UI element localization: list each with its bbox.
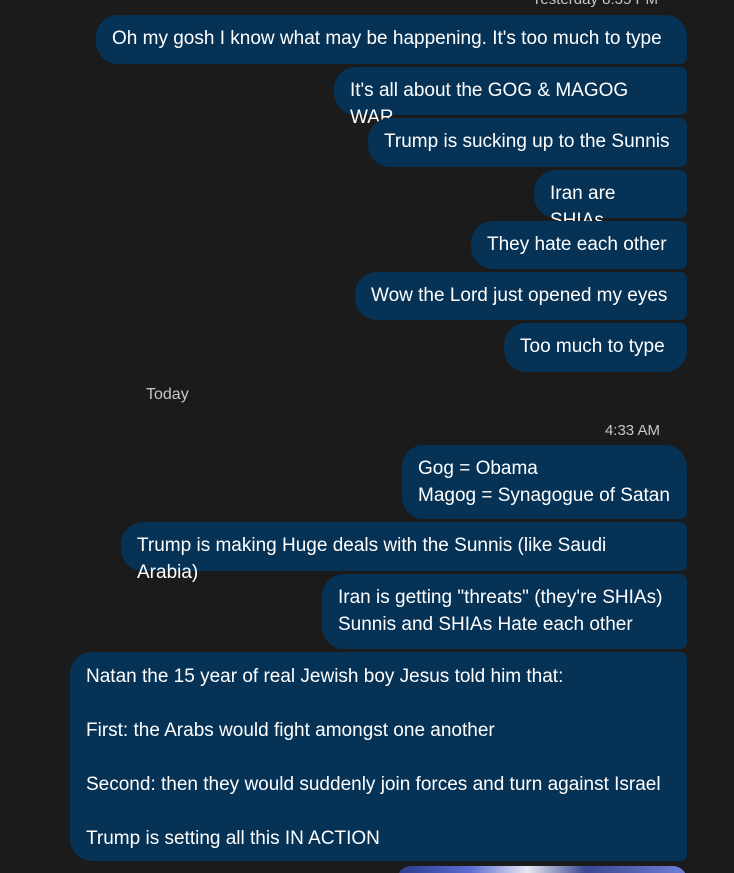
conversation-screen: Yesterday 8:35 PM Oh my gosh I know what… bbox=[0, 0, 734, 873]
message-bubble[interactable]: Iran is getting "threats" (they're SHIAs… bbox=[322, 574, 687, 649]
message-bubble[interactable]: Gog = Obama Magog = Synagogue of Satan bbox=[402, 445, 687, 519]
message-timestamp: Yesterday 8:35 PM bbox=[532, 0, 658, 8]
message-bubble[interactable]: Natan the 15 year of real Jewish boy Jes… bbox=[70, 652, 687, 861]
message-bubble[interactable]: Iran are SHIAs bbox=[534, 170, 687, 231]
image-attachment-preview[interactable] bbox=[397, 866, 687, 873]
message-bubble[interactable]: It's all about the GOG & MAGOG WAR bbox=[334, 67, 687, 128]
message-bubble[interactable]: Too much to type bbox=[504, 323, 687, 372]
message-bubble[interactable]: They hate each other bbox=[471, 221, 687, 269]
message-timestamp: 4:33 AM bbox=[604, 422, 660, 439]
message-bubble[interactable]: Trump is making Huge deals with the Sunn… bbox=[121, 522, 687, 583]
message-bubble[interactable]: Oh my gosh I know what may be happening.… bbox=[96, 15, 687, 64]
day-divider: Today bbox=[146, 386, 189, 403]
message-bubble[interactable]: Wow the Lord just opened my eyes bbox=[355, 272, 687, 320]
message-bubble[interactable]: Trump is sucking up to the Sunnis bbox=[368, 118, 687, 167]
